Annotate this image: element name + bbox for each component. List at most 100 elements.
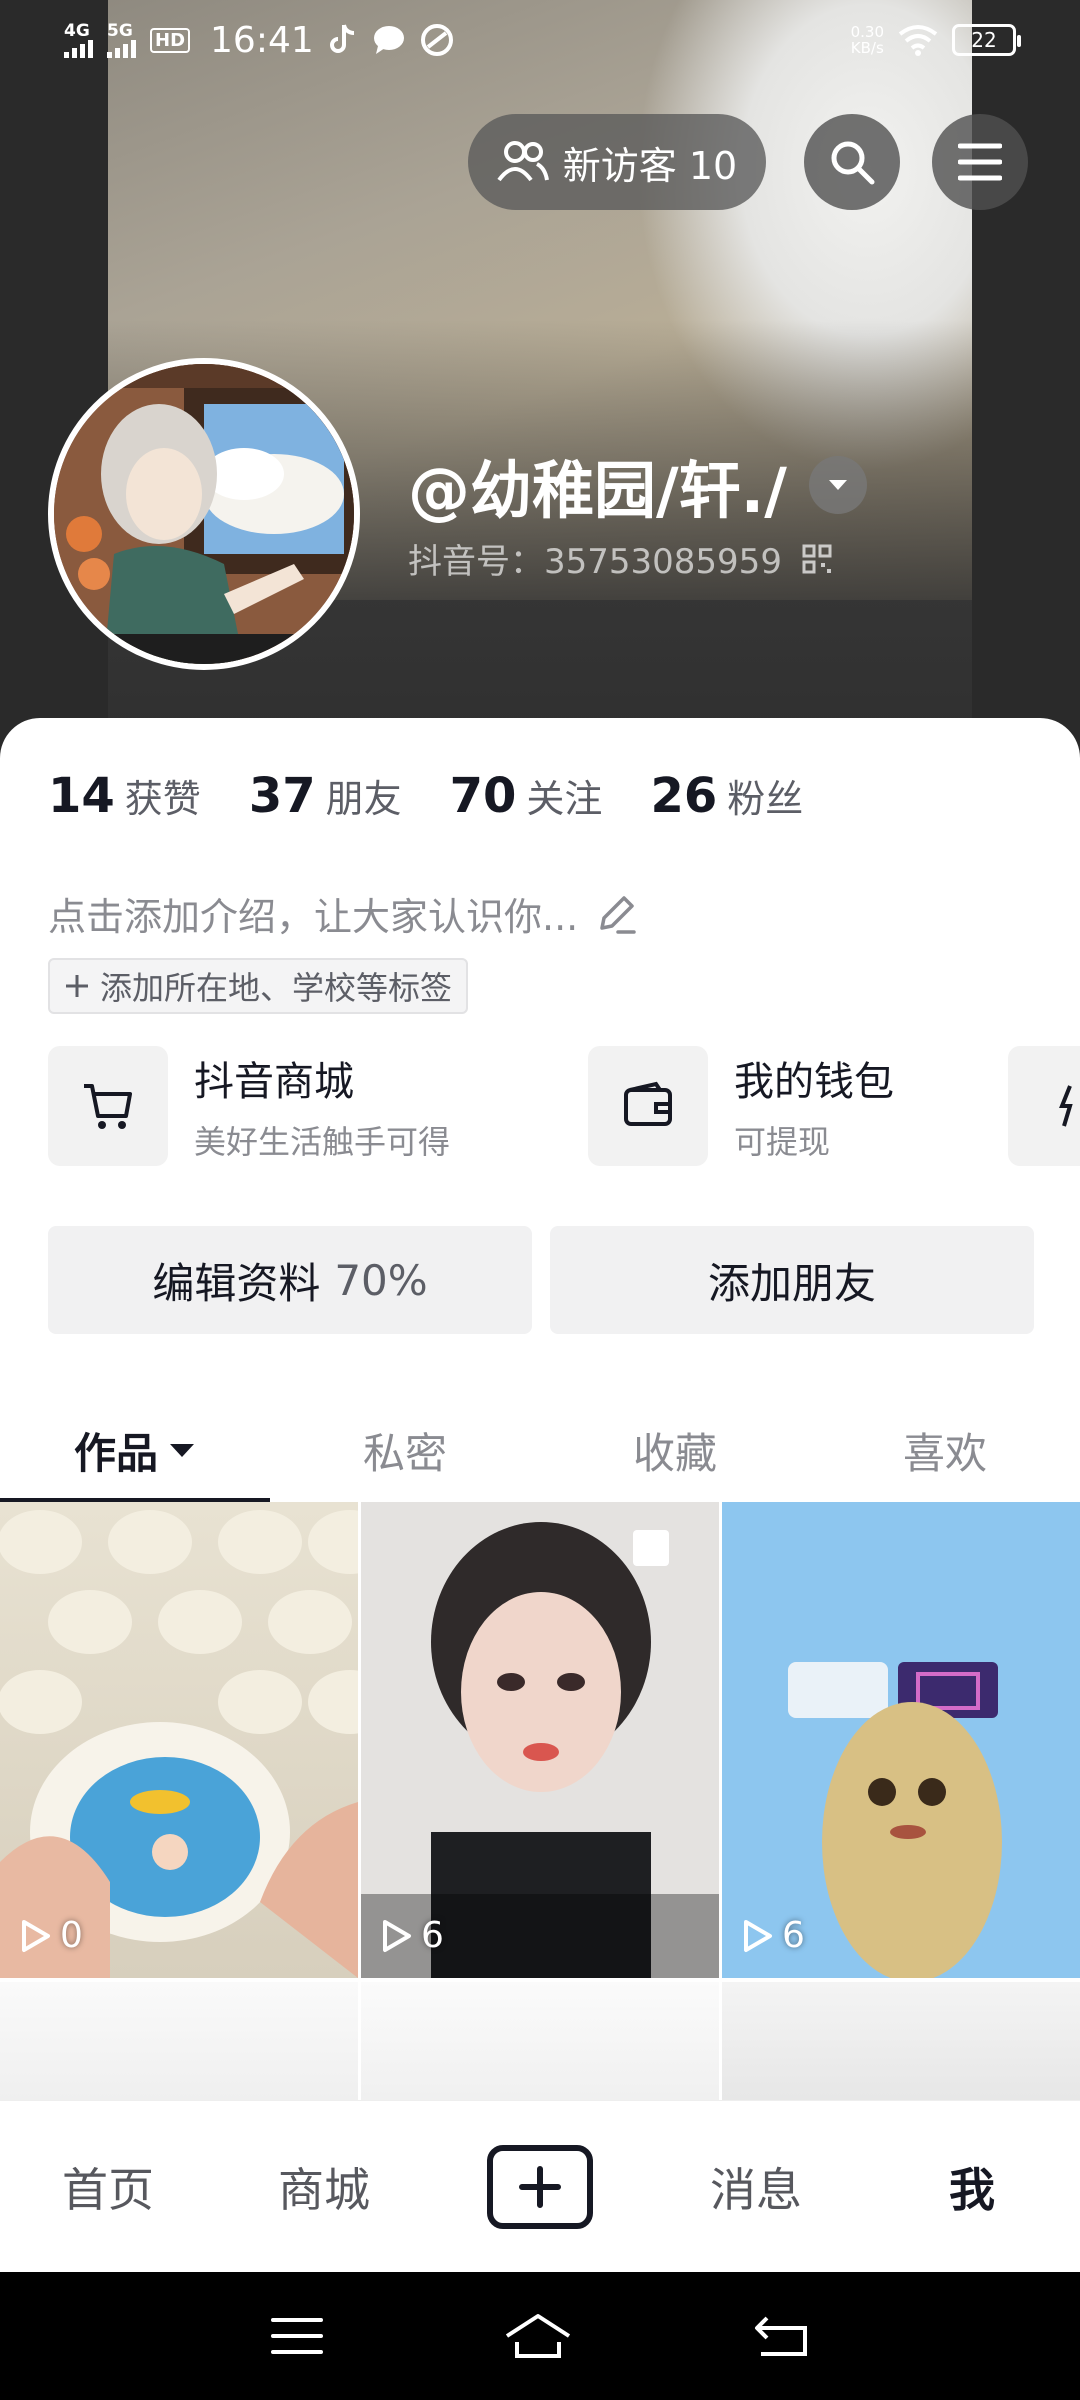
visitors-icon [497, 141, 549, 182]
stat-likes-count: 14 [48, 768, 115, 824]
stats-row: 14 获赞 37 朋友 70 关注 26 粉丝 [48, 768, 803, 824]
stat-likes[interactable]: 14 获赞 [48, 768, 201, 824]
plus-icon [519, 2165, 561, 2208]
nav-me[interactable]: 我 [864, 2154, 1080, 2220]
service-partial-icon [1059, 1085, 1073, 1127]
qr-code-icon[interactable] [802, 544, 832, 574]
douyin-id: 抖音号：35753085959 [408, 534, 832, 583]
tab-likes[interactable]: 喜欢 [810, 1398, 1080, 1502]
stat-friends-count: 37 [248, 768, 316, 824]
video-thumbnail[interactable]: 6 [361, 1502, 719, 1978]
search-button[interactable] [804, 114, 900, 210]
stat-followers-count: 26 [650, 768, 718, 824]
system-navigation-bar [0, 2272, 1080, 2400]
profile-panel: 14 获赞 37 朋友 70 关注 26 粉丝 点击添加介绍，让大家认识你... 添加所… [0, 718, 1080, 2272]
tab-private[interactable]: 私密 [270, 1398, 540, 1502]
service-douyin-mall[interactable]: 抖音商城 美好生活触手可得 [48, 1046, 450, 1166]
service-icon-box [48, 1046, 168, 1166]
edit-profile-label: 编辑资料 [152, 1258, 321, 1308]
caret-down-icon [170, 1444, 194, 1457]
avatar-illustration [54, 364, 354, 664]
status-time: 16:41 [210, 19, 314, 61]
bottom-nav: 首页 商城 消息 我 [0, 2100, 1080, 2272]
service-text: 我的钱包 可提现 [734, 1049, 894, 1163]
network-4g-label: 4G [64, 20, 90, 41]
search-icon [831, 141, 875, 185]
new-visitors-label: 新访客 10 [562, 143, 738, 188]
home-icon[interactable] [503, 2312, 573, 2360]
add-tags-button[interactable]: 添加所在地、学校等标签 [48, 958, 469, 1014]
stat-likes-label: 获赞 [124, 777, 201, 821]
video-thumbnail-art [361, 1502, 719, 1978]
create-button[interactable] [487, 2144, 593, 2229]
play-count-value: 6 [421, 1915, 444, 1956]
tab-favorites[interactable]: 收藏 [540, 1398, 810, 1502]
bio-add-intro[interactable]: 点击添加介绍，让大家认识你... [48, 886, 638, 941]
service-my-wallet[interactable]: 我的钱包 可提现 [588, 1046, 894, 1166]
stat-followers[interactable]: 26 粉丝 [650, 768, 803, 824]
add-friend-button[interactable]: 添加朋友 [550, 1226, 1034, 1334]
hd-badge: HD [150, 27, 191, 53]
video-grid: 0 6 6 [0, 1502, 1080, 2142]
avatar[interactable] [48, 358, 360, 670]
add-friend-label: 添加朋友 [707, 1258, 876, 1308]
bio-placeholder: 点击添加介绍，让大家认识你... [48, 895, 579, 939]
service-icon-box [588, 1046, 708, 1166]
menu-button[interactable] [932, 114, 1028, 210]
stat-following-count: 70 [449, 768, 517, 824]
plus-icon [66, 975, 88, 997]
video-thumbnail[interactable]: 6 [722, 1502, 1080, 1978]
video-thumbnail[interactable]: 0 [0, 1502, 358, 1978]
play-count: 6 [379, 1915, 444, 1956]
nav-messages[interactable]: 消息 [648, 2154, 864, 2220]
network-4g: 4G [64, 20, 93, 58]
stat-following[interactable]: 70 关注 [450, 768, 603, 824]
stat-following-label: 关注 [526, 777, 603, 821]
caret-down-icon [828, 480, 847, 490]
service-subtitle: 美好生活触手可得 [194, 1123, 451, 1161]
edit-profile-percent: 70% [334, 1255, 428, 1305]
service-title: 我的钱包 [734, 1059, 894, 1105]
nav-create[interactable] [432, 2144, 648, 2229]
recent-apps-icon[interactable] [269, 2314, 325, 2358]
username[interactable]: @幼稚园/轩./ [408, 440, 867, 530]
speed-unit: KB/s [850, 39, 884, 57]
service-subtitle: 可提现 [734, 1123, 831, 1161]
edit-profile-button[interactable]: 编辑资料 70% [48, 1226, 532, 1334]
battery-indicator: 22 [952, 24, 1021, 56]
service-cards: 抖音商城 美好生活触手可得 我的钱包 可提现 [48, 1046, 1080, 1166]
service-more-partial[interactable] [1008, 1046, 1080, 1166]
play-count-value: 0 [60, 1915, 83, 1956]
play-icon [744, 1919, 772, 1952]
service-text: 抖音商城 美好生活触手可得 [194, 1049, 450, 1163]
cart-icon [84, 1084, 132, 1129]
chat-bubble-icon [373, 26, 404, 54]
new-visitors-button[interactable]: 新访客 10 [468, 114, 766, 210]
add-tags-label: 添加所在地、学校等标签 [100, 969, 453, 1007]
tab-private-label: 私密 [362, 1428, 447, 1478]
status-right: 0.30 KB/s 22 [851, 24, 1021, 56]
speed-value: 0.30 [850, 23, 884, 41]
tiktok-icon [329, 24, 354, 53]
service-icon-box [1008, 1046, 1080, 1166]
play-icon [383, 1919, 411, 1952]
play-count: 6 [740, 1915, 805, 1956]
nav-home[interactable]: 首页 [0, 2154, 216, 2220]
nav-mall[interactable]: 商城 [216, 2154, 432, 2220]
network-speed: 0.30 KB/s [851, 24, 884, 56]
status-left: 4G 5G HD 16:41 [64, 20, 454, 61]
app-notification-icon [420, 24, 453, 56]
stat-friends[interactable]: 37 朋友 [249, 768, 402, 824]
play-icon [22, 1919, 50, 1952]
account-switch-button[interactable] [808, 456, 867, 514]
play-count: 0 [18, 1915, 83, 1956]
play-count-value: 6 [782, 1915, 805, 1956]
username-text: @幼稚园/轩./ [408, 454, 787, 527]
back-icon[interactable] [751, 2314, 811, 2358]
tab-works-label: 作品 [73, 1428, 158, 1478]
tab-favorites-label: 收藏 [632, 1428, 717, 1478]
stat-followers-label: 粉丝 [727, 777, 804, 821]
content-tabs: 作品 私密 收藏 喜欢 [0, 1398, 1080, 1502]
tab-works[interactable]: 作品 [0, 1398, 270, 1502]
video-thumbnail-art [0, 1510, 358, 1978]
